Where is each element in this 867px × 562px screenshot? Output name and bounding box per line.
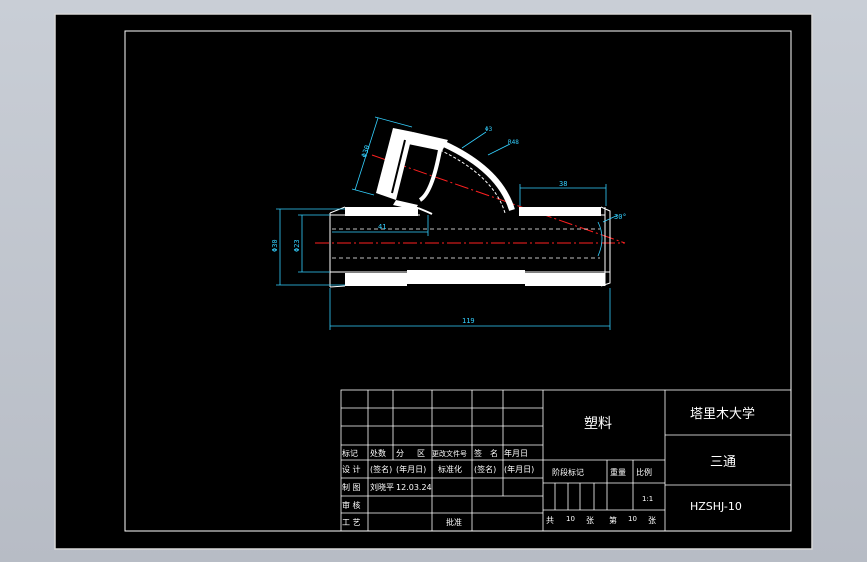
std-label: 标准化 — [438, 464, 462, 474]
hdr-count: 处数 — [370, 448, 386, 458]
hdr-fen: 分 — [396, 449, 404, 458]
dim-d1: Φ30 — [271, 239, 279, 252]
review-label: 审 核 — [342, 500, 361, 510]
dim-angle: 30° — [614, 213, 627, 221]
draw-date: 12.03.24 — [396, 483, 432, 492]
hdr-name: 名 — [490, 448, 498, 458]
ratio-label: 比例 — [636, 467, 652, 477]
hdr-date: 年月日 — [504, 448, 528, 458]
draw-name: 刘晓平 — [370, 482, 394, 492]
dim-len-total: 119 — [462, 317, 475, 325]
hdr-sign: 签 — [474, 448, 482, 458]
cad-drawing-canvas: Φ30 Φ23 41 119 38 30° Φ30 Φ3 R48 塑料 塔里木大… — [54, 13, 813, 550]
design-label: 设 计 — [342, 464, 361, 474]
approve-label: 批准 — [446, 517, 462, 527]
sheet-label: 第 — [609, 515, 617, 525]
part-name: 三通 — [710, 455, 736, 470]
std-date: (年月日) — [504, 464, 534, 474]
dim-d-pipe: Φ3 — [485, 126, 493, 133]
lower-wall-left — [345, 273, 407, 286]
total-unit: 张 — [586, 516, 594, 525]
stage-mark-label: 阶段标记 — [552, 467, 584, 477]
dim-len-left: 41 — [378, 223, 386, 231]
sheet-unit: 张 — [648, 516, 656, 525]
hdr-mark: 标记 — [342, 448, 358, 458]
material: 塑料 — [584, 416, 612, 432]
draw-label: 制 图 — [342, 482, 361, 492]
hdr-change: 更改文件号 — [432, 449, 467, 458]
drawing-number: HZSHJ-10 — [690, 500, 742, 513]
total-label: 共 — [546, 516, 554, 525]
dim-d2: Φ23 — [293, 239, 301, 252]
total-count: 10 — [566, 515, 575, 523]
process-label: 工 艺 — [342, 518, 361, 527]
school-name: 塔里木大学 — [690, 406, 755, 422]
weight-label: 重量 — [610, 467, 626, 477]
design-sign: (签名) — [370, 464, 392, 474]
scale: 1:1 — [642, 495, 653, 503]
std-sign: (签名) — [474, 464, 496, 474]
hdr-qu: 区 — [417, 449, 425, 458]
lower-wall-right — [525, 273, 605, 286]
sheet-number: 10 — [628, 515, 637, 523]
design-date: (年月日) — [396, 464, 426, 474]
dim-r-bend: R48 — [508, 139, 519, 146]
dim-len-branch: 38 — [559, 180, 567, 188]
